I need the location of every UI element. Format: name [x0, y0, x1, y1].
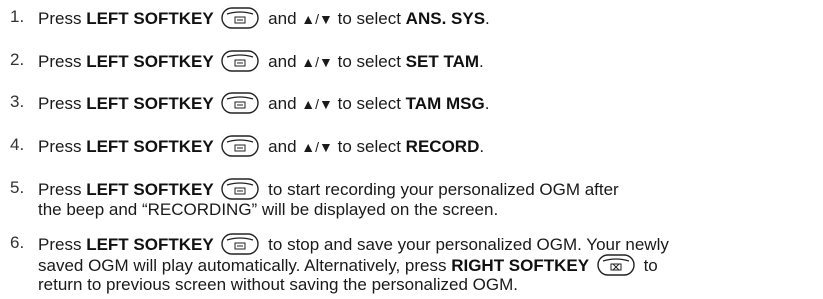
key-name: LEFT SOFTKEY [86, 180, 214, 199]
left-softkey-icon [221, 7, 260, 29]
to-select-text: to select [337, 137, 401, 156]
step-text-continued: the beep and “RECORDING” will be display… [38, 200, 499, 219]
press-word: Press [38, 94, 82, 113]
step-text-pre: saved OGM will play automatically. Alter… [38, 256, 447, 275]
step-number: 1. [10, 7, 25, 26]
right-softkey-icon [597, 254, 635, 276]
left-softkey-icon [221, 233, 260, 255]
step-text: Press LEFT SOFTKEY and ▲/▼ to select REC… [38, 135, 484, 157]
up-down-arrows-icon: ▲/▼ [301, 54, 333, 70]
step-description: to stop and save your personalized OGM. … [268, 235, 669, 254]
up-down-arrows-icon: ▲/▼ [301, 139, 333, 155]
left-softkey-icon [221, 135, 260, 157]
press-word: Press [38, 235, 82, 254]
menu-target: SET TAM [405, 52, 480, 71]
and-word: and [268, 52, 297, 71]
step-number: 2. [10, 50, 25, 69]
to-select-text: to select [337, 52, 401, 71]
step-text: Press LEFT SOFTKEY and ▲/▼ to select TAM… [38, 92, 489, 114]
step-number: 4. [10, 135, 25, 154]
step-number: 5. [10, 178, 25, 197]
step-description: to start recording your personalized OGM… [268, 180, 619, 199]
step-text: Press LEFT SOFTKEY to start recording yo… [38, 178, 619, 200]
step-text-continued-2: return to previous screen without saving… [38, 275, 519, 294]
period: . [484, 94, 490, 113]
press-word: Press [38, 137, 82, 156]
up-down-arrows-icon: ▲/▼ [301, 11, 333, 27]
key-name: LEFT SOFTKEY [86, 9, 214, 28]
step-number: 3. [10, 92, 25, 111]
key-name: LEFT SOFTKEY [86, 137, 214, 156]
period: . [479, 52, 484, 71]
step-number: 6. [10, 233, 25, 252]
step-text-post: to [643, 256, 658, 275]
key-name: LEFT SOFTKEY [86, 52, 214, 71]
press-word: Press [38, 52, 82, 71]
left-softkey-icon [221, 50, 260, 72]
key-name: LEFT SOFTKEY [86, 235, 214, 254]
key-name-right: RIGHT SOFTKEY [451, 256, 590, 275]
key-name: LEFT SOFTKEY [86, 94, 214, 113]
to-select-text: to select [337, 94, 401, 113]
menu-target: ANS. SYS [405, 9, 486, 28]
step-text: Press LEFT SOFTKEY and ▲/▼ to select ANS… [38, 7, 490, 29]
period: . [485, 9, 490, 28]
press-word: Press [38, 9, 82, 28]
period: . [479, 137, 485, 156]
press-word: Press [38, 180, 82, 199]
step-text: Press LEFT SOFTKEY and ▲/▼ to select SET… [38, 50, 484, 72]
left-softkey-icon [221, 92, 260, 114]
left-softkey-icon [221, 178, 260, 200]
to-select-text: to select [337, 9, 401, 28]
menu-target: RECORD [405, 137, 480, 156]
up-down-arrows-icon: ▲/▼ [301, 96, 333, 112]
step-text-continued: saved OGM will play automatically. Alter… [38, 254, 658, 276]
and-word: and [268, 9, 297, 28]
and-word: and [268, 137, 297, 156]
and-word: and [268, 94, 297, 113]
step-text: Press LEFT SOFTKEY to stop and save your… [38, 233, 669, 255]
menu-target: TAM MSG [405, 94, 485, 113]
